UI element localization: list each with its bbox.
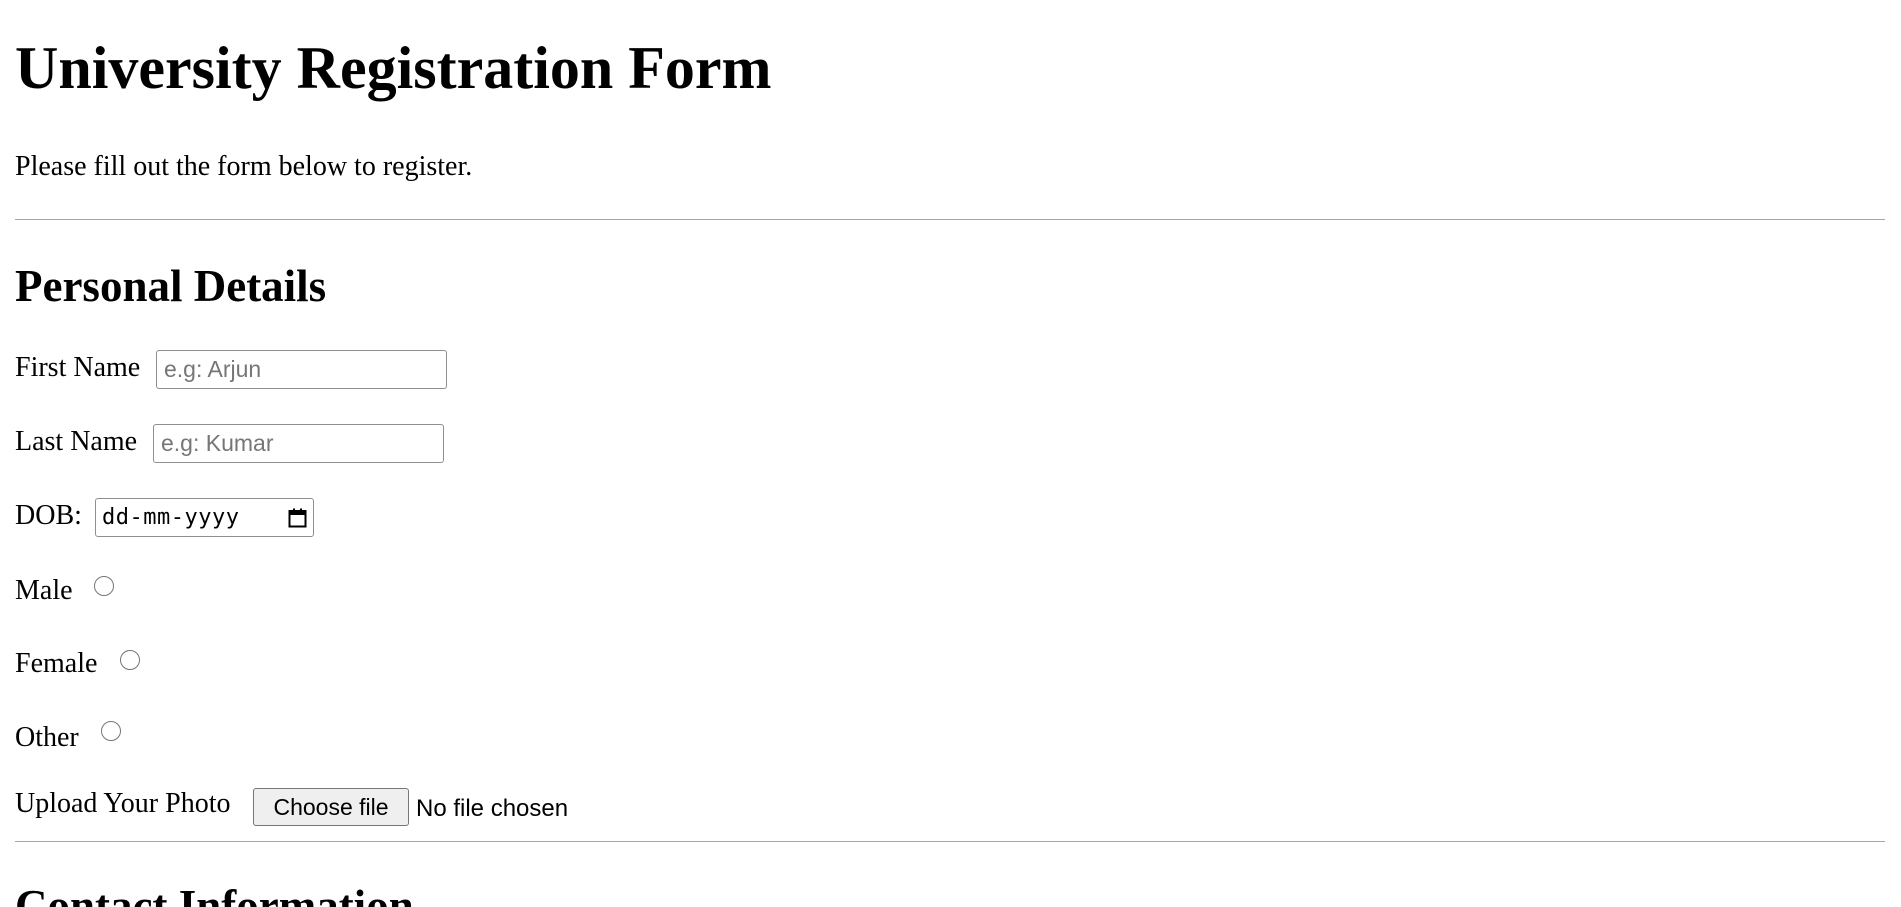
gender-male-label: Male bbox=[15, 575, 73, 606]
gender-option-male: Male bbox=[15, 573, 165, 613]
first-name-label: First Name bbox=[15, 352, 141, 383]
last-name-row: Last Name bbox=[15, 424, 485, 464]
last-name-label: Last Name bbox=[15, 426, 138, 457]
dob-label: DOB: bbox=[15, 500, 82, 531]
photo-upload-label: Upload Your Photo bbox=[15, 788, 231, 819]
dob-placeholder: dd-mm-yyyy bbox=[102, 505, 240, 530]
dob-date-input[interactable]: dd-mm-yyyy bbox=[95, 498, 314, 537]
file-status-text: No file chosen bbox=[416, 795, 569, 822]
gender-female-radio[interactable] bbox=[120, 650, 140, 670]
section-heading-personal: Personal Details bbox=[15, 261, 327, 311]
gender-other-radio[interactable] bbox=[101, 721, 121, 741]
photo-upload-row: Upload Your Photo Choose file No file ch… bbox=[15, 788, 615, 828]
last-name-field[interactable] bbox=[153, 424, 444, 463]
first-name-row: First Name bbox=[15, 350, 485, 390]
gender-male-radio[interactable] bbox=[94, 576, 114, 596]
section-heading-contact: Contact Information bbox=[15, 881, 414, 907]
first-name-field[interactable] bbox=[156, 350, 447, 389]
divider-bottom bbox=[15, 841, 1885, 842]
gender-female-label: Female bbox=[15, 648, 98, 679]
page-title: University Registration Form bbox=[15, 35, 772, 101]
calendar-icon[interactable] bbox=[288, 508, 307, 528]
registration-page: University Registration Form Please fill… bbox=[0, 0, 1901, 907]
choose-file-button[interactable]: Choose file bbox=[253, 788, 409, 826]
gender-option-other: Other bbox=[15, 720, 165, 760]
divider-top bbox=[15, 219, 1885, 220]
page-subtitle: Please fill out the form below to regist… bbox=[15, 151, 473, 182]
gender-option-female: Female bbox=[15, 646, 185, 686]
gender-other-label: Other bbox=[15, 722, 79, 753]
dob-row: DOB: dd-mm-yyyy bbox=[15, 498, 345, 538]
